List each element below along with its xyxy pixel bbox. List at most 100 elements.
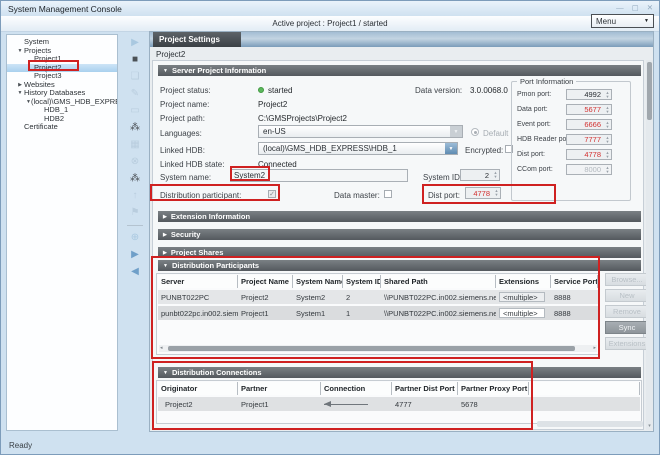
extensions-button[interactable]: Extensions bbox=[605, 337, 649, 350]
sync-button[interactable]: Sync bbox=[605, 321, 649, 334]
linked-hdb-label: Linked HDB: bbox=[160, 146, 205, 155]
col-partner-proxy-port[interactable]: Partner Proxy Port bbox=[458, 382, 529, 395]
col-project-name[interactable]: Project Name bbox=[238, 275, 293, 288]
main-hscrollbar[interactable] bbox=[537, 421, 643, 427]
add-icon[interactable]: ⊕ bbox=[131, 232, 139, 244]
section-project-shares[interactable]: ▶ Project Shares bbox=[158, 247, 641, 258]
col-partner-dist-port[interactable]: Partner Dist Port bbox=[392, 382, 458, 395]
chevron-down-icon[interactable]: ▼ bbox=[445, 143, 457, 154]
col-system-name[interactable]: System Name bbox=[293, 275, 343, 288]
section-extension-information[interactable]: ▶ Extension Information bbox=[158, 211, 641, 222]
connection-row-1[interactable]: Project2 Project1 4777 5678 bbox=[158, 397, 640, 411]
menu-dropdown-label: Menu bbox=[596, 17, 616, 26]
window-title: System Management Console bbox=[8, 4, 122, 14]
system-management-console-window: System Management Console — ▢ ✕ Active p… bbox=[0, 0, 660, 455]
remove-button[interactable]: Remove bbox=[605, 305, 649, 318]
section-distribution-participants[interactable]: ▼ Distribution Participants bbox=[158, 260, 641, 271]
dist-port-info-label: Dist port: bbox=[517, 151, 545, 158]
default-radio-label: Default bbox=[483, 129, 508, 138]
minimize-icon[interactable]: — bbox=[616, 3, 624, 12]
languages-label: Languages: bbox=[160, 129, 202, 138]
main-panel: Project Settings Project2 ▼ Server Proje… bbox=[149, 31, 654, 432]
main-vscrollbar[interactable]: ▾ bbox=[646, 60, 653, 430]
section-server-project-information[interactable]: ▼ Server Project Information bbox=[158, 65, 641, 76]
dist-port-info-stepper[interactable]: 4778 ▲▼ bbox=[566, 149, 612, 160]
project-status-label: Project status: bbox=[160, 86, 211, 95]
data-port-stepper[interactable]: 5677 ▲▼ bbox=[566, 104, 612, 115]
tree-item-project2-selected[interactable]: Project2 bbox=[7, 64, 117, 73]
participants-header-row: Server Project Name System Name System I… bbox=[158, 275, 598, 288]
tree-item-certificate[interactable]: Certificate bbox=[7, 123, 117, 132]
upgrade-project-icon[interactable]: ↑ bbox=[133, 190, 138, 202]
extensions-combo[interactable]: <multiple> bbox=[499, 308, 545, 318]
scroll-right-icon[interactable]: ▸ bbox=[593, 345, 596, 352]
connections-header-row: Originator Partner Connection Partner Di… bbox=[158, 382, 640, 395]
chevron-down-icon[interactable]: ▼ bbox=[450, 126, 462, 137]
scroll-left-icon[interactable]: ◂ bbox=[160, 345, 163, 352]
section-security[interactable]: ▶ Security bbox=[158, 229, 641, 240]
dist-port-stepper[interactable]: 4778 ▲▼ bbox=[465, 187, 501, 199]
col-partner[interactable]: Partner bbox=[238, 382, 321, 395]
project-toolbar: ▶ ■ ❏ ✎ ▭ ⁂ ▦ ⊗ ⁂ ↑ ⚑ ⊕ ▶ ◀ bbox=[122, 37, 148, 278]
pmon-port-label: Pmon port: bbox=[517, 91, 551, 98]
save-icon[interactable]: ▦ bbox=[130, 139, 139, 151]
system-id-stepper[interactable]: 2 ▲▼ bbox=[460, 169, 500, 181]
pmon-port-stepper[interactable]: 4992 ▲▼ bbox=[566, 89, 612, 100]
col-system-id[interactable]: System ID bbox=[343, 275, 381, 288]
col-originator[interactable]: Originator bbox=[158, 382, 238, 395]
participant-row-2[interactable]: punbt022pc.in002.siemens Project1 System… bbox=[158, 306, 598, 320]
user-icon[interactable]: ⚑ bbox=[131, 207, 140, 219]
data-version-label: Data version: bbox=[415, 86, 462, 95]
encrypted-label: Encrypted: bbox=[465, 146, 503, 155]
system-name-input[interactable]: System2 bbox=[230, 169, 408, 182]
col-connection[interactable]: Connection bbox=[321, 382, 392, 395]
distribution-participant-checkbox[interactable]: ✓ bbox=[268, 190, 276, 198]
tree-expanded-icon[interactable]: ▼ bbox=[16, 89, 24, 98]
participant-row-1[interactable]: PUNBT022PC Project2 System2 2 \\PUNBT022… bbox=[158, 290, 598, 304]
link-hdb-icon[interactable]: ⁂ bbox=[130, 122, 140, 134]
languages-dropdown[interactable]: en-US ▼ bbox=[258, 125, 463, 138]
event-port-stepper[interactable]: 6666 ▲▼ bbox=[566, 119, 612, 130]
tree-collapsed-icon[interactable]: ▶ bbox=[16, 81, 24, 90]
col-service-port[interactable]: Service Port bbox=[551, 275, 598, 288]
maximize-icon[interactable]: ▢ bbox=[632, 3, 639, 12]
hdb-reader-port-label: HDB Reader port: bbox=[517, 136, 573, 143]
spin-down-icon: ▼ bbox=[606, 125, 610, 129]
distribution-participant-label: Distribution participant: bbox=[160, 191, 241, 200]
participants-hscrollbar[interactable]: ◂ ▸ bbox=[159, 345, 597, 352]
data-master-checkbox[interactable] bbox=[384, 190, 392, 198]
browse-button[interactable]: Browse... bbox=[605, 273, 649, 286]
unlink-hdb-icon[interactable]: ⁂ bbox=[130, 173, 140, 185]
new-project-icon[interactable]: ❏ bbox=[131, 71, 140, 83]
tab-project-settings[interactable]: Project Settings bbox=[153, 32, 241, 47]
menu-dropdown[interactable]: Menu ▼ bbox=[591, 14, 654, 28]
title-bar: System Management Console — ▢ ✕ bbox=[1, 1, 659, 16]
scroll-down-icon[interactable]: ▾ bbox=[646, 423, 653, 429]
stop-project-icon[interactable]: ■ bbox=[132, 54, 138, 66]
new-button[interactable]: New bbox=[605, 289, 649, 302]
hdb-reader-port-stepper[interactable]: 7777 ▲▼ bbox=[566, 134, 612, 145]
col-server[interactable]: Server bbox=[158, 275, 238, 288]
scrollbar-thumb[interactable] bbox=[168, 346, 575, 351]
extensions-combo[interactable]: <multiple> bbox=[499, 292, 545, 302]
tree-item-projects[interactable]: ▼Projects bbox=[7, 47, 117, 56]
section-distribution-connections[interactable]: ▼ Distribution Connections bbox=[158, 367, 641, 378]
start-right-icon[interactable]: ▶ bbox=[131, 249, 139, 261]
tree-item-project1[interactable]: Project1 bbox=[7, 55, 117, 64]
rename-project-icon[interactable]: ▭ bbox=[130, 105, 139, 117]
linked-hdb-dropdown[interactable]: (local)\GMS_HDB_EXPRESS\HDB_1 ▼ bbox=[258, 142, 458, 155]
tree-expanded-icon[interactable]: ▼ bbox=[16, 47, 24, 56]
col-shared-path[interactable]: Shared Path bbox=[381, 275, 496, 288]
close-icon[interactable]: ✕ bbox=[647, 3, 653, 12]
start-project-icon[interactable]: ▶ bbox=[131, 37, 139, 49]
scrollbar-thumb[interactable] bbox=[647, 62, 652, 120]
start-left-icon[interactable]: ◀ bbox=[131, 266, 139, 278]
chevron-down-icon: ▼ bbox=[644, 18, 649, 24]
col-empty bbox=[529, 382, 640, 395]
settings-scroll-area: ▼ Server Project Information Project sta… bbox=[152, 60, 644, 430]
col-extensions[interactable]: Extensions bbox=[496, 275, 551, 288]
edit-project-icon[interactable]: ✎ bbox=[131, 88, 139, 100]
default-radio[interactable] bbox=[471, 128, 479, 136]
cancel-icon[interactable]: ⊗ bbox=[131, 156, 139, 168]
project-status-value: started bbox=[268, 86, 292, 95]
